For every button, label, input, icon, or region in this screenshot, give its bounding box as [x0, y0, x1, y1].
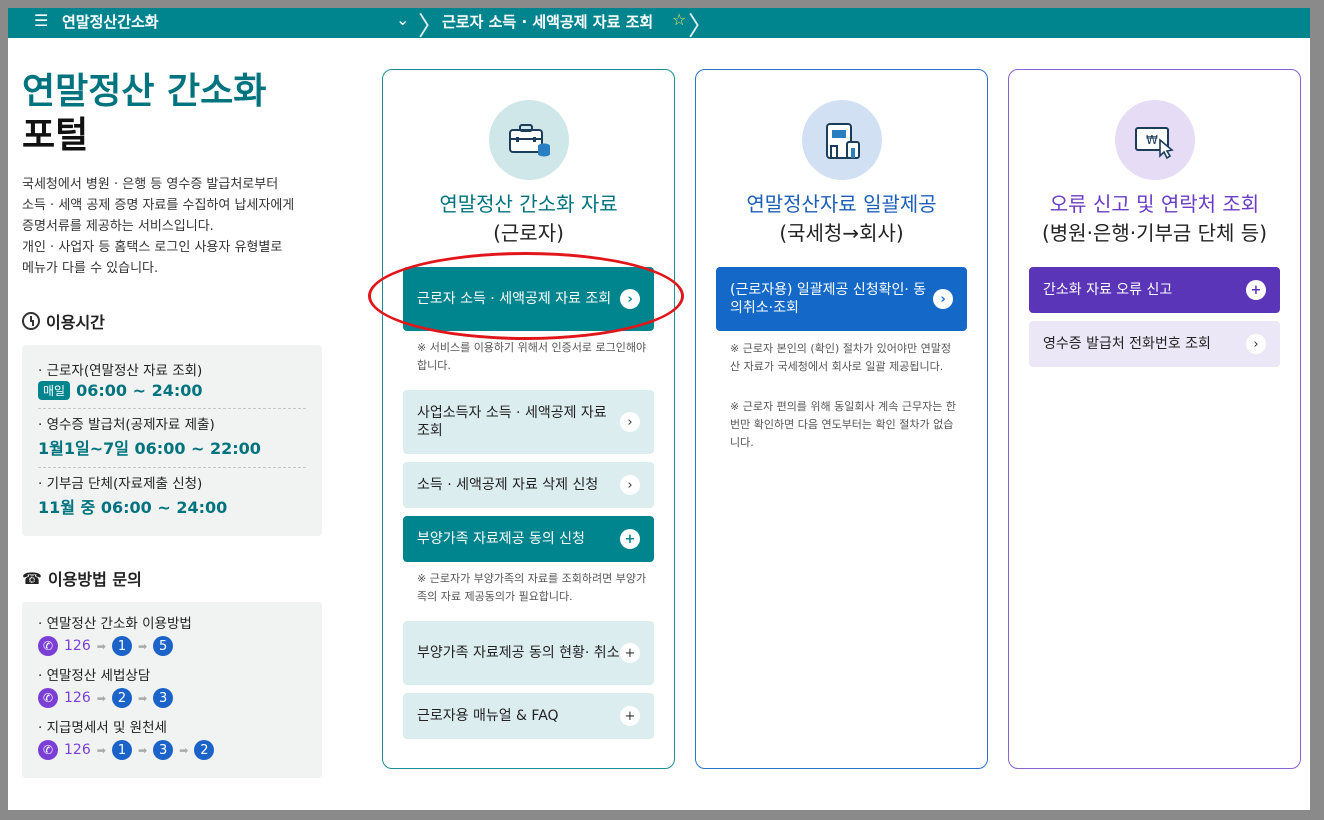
- chevron-right-icon: ›: [620, 412, 640, 432]
- hours-box: · 근로자(연말정산 자료 조회) 매일 06:00 ~ 24:00 · 영수증…: [22, 345, 322, 536]
- building-icon: [802, 100, 882, 180]
- hours-item: · 영수증 발급처(공제자료 제출) 1월1일~7일 06:00 ~ 22:00: [38, 409, 306, 468]
- error-card-title: 오류 신고 및 연락처 조회 (병원·은행·기부금 단체 등): [1041, 192, 1268, 245]
- contact-box: · 연말정산 간소화 이용방법 ✆ 126 ➡ 1 ➡ 5 · 연말정산 세법상…: [22, 602, 322, 778]
- phone-icon: ✆: [38, 636, 58, 656]
- dependent-consent-note: ※ 근로자가 부양가족의 자료를 조회하려면 부양가족의 자료 제공동의가 필요…: [417, 572, 647, 603]
- breadcrumb-current: 근로자 소득 · 세액공제 자료 조회: [442, 13, 654, 31]
- arrow-right-icon: ➡: [96, 743, 106, 757]
- chevron-right-icon: ›: [933, 289, 953, 309]
- page-title-sub: 포털: [22, 115, 89, 156]
- page-title: 연말정산 간소화: [22, 71, 267, 112]
- portal-name-menu[interactable]: 연말정산간소화: [62, 11, 159, 32]
- dependent-consent-status-button[interactable]: 부양가족 자료제공 동의 현황· 취소 +: [403, 621, 654, 685]
- arrow-right-icon: ➡: [96, 639, 106, 653]
- left-info-panel: 연말정산 간소화 포털 국세청에서 병원 · 은행 등 영수증 발급처로부터 소…: [22, 70, 322, 778]
- bulk-provision-card: 연말정산자료 일괄제공 (국세청→회사) (근로자용) 일괄제공 신청확인· 동…: [695, 69, 988, 769]
- hours-item: · 근로자(연말정산 자료 조회) 매일 06:00 ~ 24:00: [38, 355, 306, 409]
- plus-icon: +: [620, 529, 640, 549]
- contact-item: · 연말정산 간소화 이용방법 ✆ 126 ➡ 1 ➡ 5: [38, 616, 192, 656]
- contact-section-title: ☎ 이용방법 문의: [22, 568, 142, 590]
- arrow-right-icon: ➡: [96, 691, 106, 705]
- page: ☰ 연말정산간소화 ⌄ 〉 근로자 소득 · 세액공제 자료 조회 ☆ 〉 연말…: [8, 8, 1310, 810]
- arrow-right-icon: ➡: [137, 691, 148, 705]
- bulk-confirm-note: ※ 근로자 본인의 (확인) 절차가 있어야만 연말정산 자료가 국세청에서 회…: [730, 342, 951, 373]
- daily-badge: 매일: [38, 381, 71, 400]
- arrow-right-icon: ➡: [179, 743, 189, 757]
- error-report-button[interactable]: 간소화 자료 오류 신고 +: [1029, 267, 1280, 313]
- favorite-star-icon[interactable]: ☆: [672, 10, 686, 29]
- chevron-down-icon[interactable]: ⌄: [396, 10, 409, 29]
- chevron-right-icon: ›: [620, 475, 640, 495]
- hours-item: · 기부금 단체(자료제출 신청) 11월 중 06:00 ~ 24:00: [38, 476, 228, 517]
- top-navigation-bar: ☰ 연말정산간소화 ⌄ 〉 근로자 소득 · 세액공제 자료 조회 ☆ 〉: [8, 8, 1310, 42]
- hours-section-title: 이용시간: [22, 309, 322, 333]
- chevron-right-icon: ›: [1246, 334, 1266, 354]
- bulk-continuous-note: ※ 근로자 편의를 위해 동일회사 계속 근무자는 한 번만 확인하면 다음 연…: [730, 400, 956, 449]
- arrow-right-icon: ➡: [137, 639, 148, 653]
- plus-icon: +: [620, 706, 640, 726]
- dependent-consent-request-button[interactable]: 부양가족 자료제공 동의 신청 +: [403, 516, 654, 562]
- issuer-phone-inquiry-button[interactable]: 영수증 발급처 전화번호 조회 ›: [1029, 321, 1280, 367]
- deduction-data-delete-request-button[interactable]: 소득 · 세액공제 자료 삭제 신청 ›: [403, 462, 654, 508]
- bulk-card-title: 연말정산자료 일괄제공 (국세청→회사): [746, 192, 937, 245]
- money-click-icon: ₩: [1115, 100, 1195, 180]
- arrow-right-icon: ➡: [137, 743, 148, 757]
- contact-item: · 지급명세서 및 원천세 ✆ 126 ➡ 1 ➡ 3 ➡ 2: [38, 716, 306, 760]
- highlight-annotation: [368, 252, 684, 340]
- phone-icon: ✆: [38, 740, 58, 760]
- portal-description: 국세청에서 병원 · 은행 등 영수증 발급처로부터 소득 · 세액 공제 증명…: [22, 177, 295, 276]
- breadcrumb-separator: 〉: [418, 12, 445, 42]
- worker-manual-faq-button[interactable]: 근로자용 매뉴얼 & FAQ +: [403, 693, 654, 739]
- hamburger-menu-icon[interactable]: ☰: [34, 11, 48, 30]
- plus-icon: +: [1246, 280, 1266, 300]
- business-income-deduction-inquiry-button[interactable]: 사업소득자 소득 · 세액공제 자료 조회 ›: [403, 390, 654, 454]
- worker-data-card: 연말정산 간소화 자료 (근로자) 근로자 소득 · 세액공제 자료 조회 › …: [382, 69, 675, 769]
- clock-icon: [22, 312, 40, 330]
- phone-icon: ☎: [22, 568, 42, 588]
- error-report-card: ₩ 오류 신고 및 연락처 조회 (병원·은행·기부금 단체 등) 간소화 자료…: [1008, 69, 1301, 769]
- breadcrumb-end-separator: 〉: [688, 12, 715, 42]
- svg-text:₩: ₩: [1146, 133, 1158, 147]
- worker-card-title: 연말정산 간소화 자료 (근로자): [439, 192, 618, 245]
- bulk-provision-consent-button[interactable]: (근로자용) 일괄제공 신청확인· 동의취소·조회 ›: [716, 267, 967, 331]
- contact-item: · 연말정산 세법상담 ✆ 126 ➡ 2 ➡ 3: [38, 664, 306, 708]
- phone-icon: ✆: [38, 688, 58, 708]
- plus-icon: +: [620, 643, 640, 663]
- worker-login-note: ※ 서비스를 이용하기 위해서 인증서로 로그인해야 합니다.: [417, 341, 647, 372]
- briefcase-icon: [489, 100, 569, 180]
